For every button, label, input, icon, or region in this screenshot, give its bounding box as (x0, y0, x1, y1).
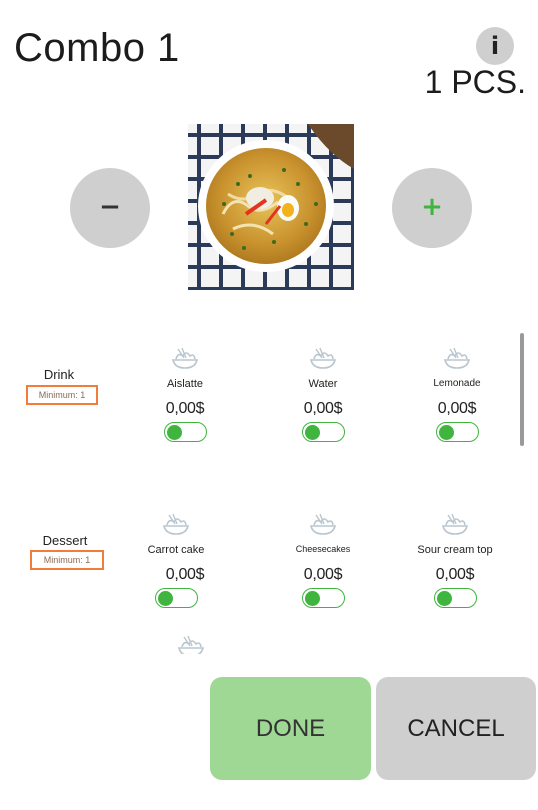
product-toggle[interactable] (301, 422, 345, 442)
decrease-quantity-button[interactable]: − (70, 168, 150, 248)
combo-photo (188, 124, 354, 290)
partial-product-icon (176, 634, 206, 654)
food-bowl-icon (309, 347, 337, 369)
combo-title: Combo 1 (14, 26, 180, 70)
product-toggle[interactable] (433, 588, 477, 608)
food-bowl-icon (162, 513, 190, 535)
product-name: Aislatte (166, 378, 204, 390)
increase-quantity-button[interactable]: + (392, 168, 472, 248)
product-price: 0,00$ (165, 566, 205, 583)
done-button[interactable]: DONE (210, 677, 371, 780)
food-bowl-icon (177, 635, 205, 654)
product-lemonade[interactable]: Lemonade 0,00$ (402, 346, 512, 442)
toggle-knob (436, 590, 452, 606)
product-price: 0,00$ (303, 400, 343, 417)
group-minimum-dessert: Minimum: 1 (30, 550, 104, 570)
product-name: Carrot cake (147, 544, 205, 556)
group-label-dessert: Dessert (42, 533, 88, 548)
product-name: Cheesecakes (295, 544, 351, 554)
food-bowl-icon (309, 513, 337, 535)
product-carrot-cake[interactable]: Carrot cake 0,00$ (121, 512, 231, 608)
product-toggle[interactable] (435, 422, 479, 442)
food-bowl-icon (443, 347, 471, 369)
toggle-knob (157, 590, 173, 606)
toggle-knob (438, 424, 454, 440)
product-price: 0,00$ (165, 400, 205, 417)
food-bowl-icon (441, 513, 469, 535)
toggle-knob (166, 424, 182, 440)
product-toggle[interactable] (301, 588, 345, 608)
product-toggle[interactable] (163, 422, 207, 442)
product-price: 0,00$ (435, 566, 475, 583)
product-price: 0,00$ (303, 566, 343, 583)
toggle-knob (304, 424, 320, 440)
info-button[interactable]: i (476, 27, 514, 65)
group-label-drink: Drink (43, 367, 75, 382)
product-name: Water (308, 378, 338, 390)
cancel-button[interactable]: CANCEL (376, 677, 536, 780)
quantity-label: 1 PCS. (424, 64, 526, 100)
product-sour-cream-top[interactable]: Sour cream top 0,00$ (400, 512, 510, 608)
product-aislatte[interactable]: Aislatte 0,00$ (130, 346, 240, 442)
product-toggle[interactable] (154, 588, 198, 608)
product-name: Sour cream top (417, 544, 493, 556)
soup-bowl-photo (188, 124, 354, 290)
product-name: Lemonade (433, 378, 481, 389)
toggle-knob (304, 590, 320, 606)
scrollbar-thumb[interactable] (520, 333, 524, 446)
product-cheesecakes[interactable]: Cheesecakes 0,00$ (268, 512, 378, 608)
product-price: 0,00$ (437, 400, 477, 417)
group-minimum-drink: Minimum: 1 (26, 385, 98, 405)
product-water[interactable]: Water 0,00$ (268, 346, 378, 442)
food-bowl-icon (171, 347, 199, 369)
